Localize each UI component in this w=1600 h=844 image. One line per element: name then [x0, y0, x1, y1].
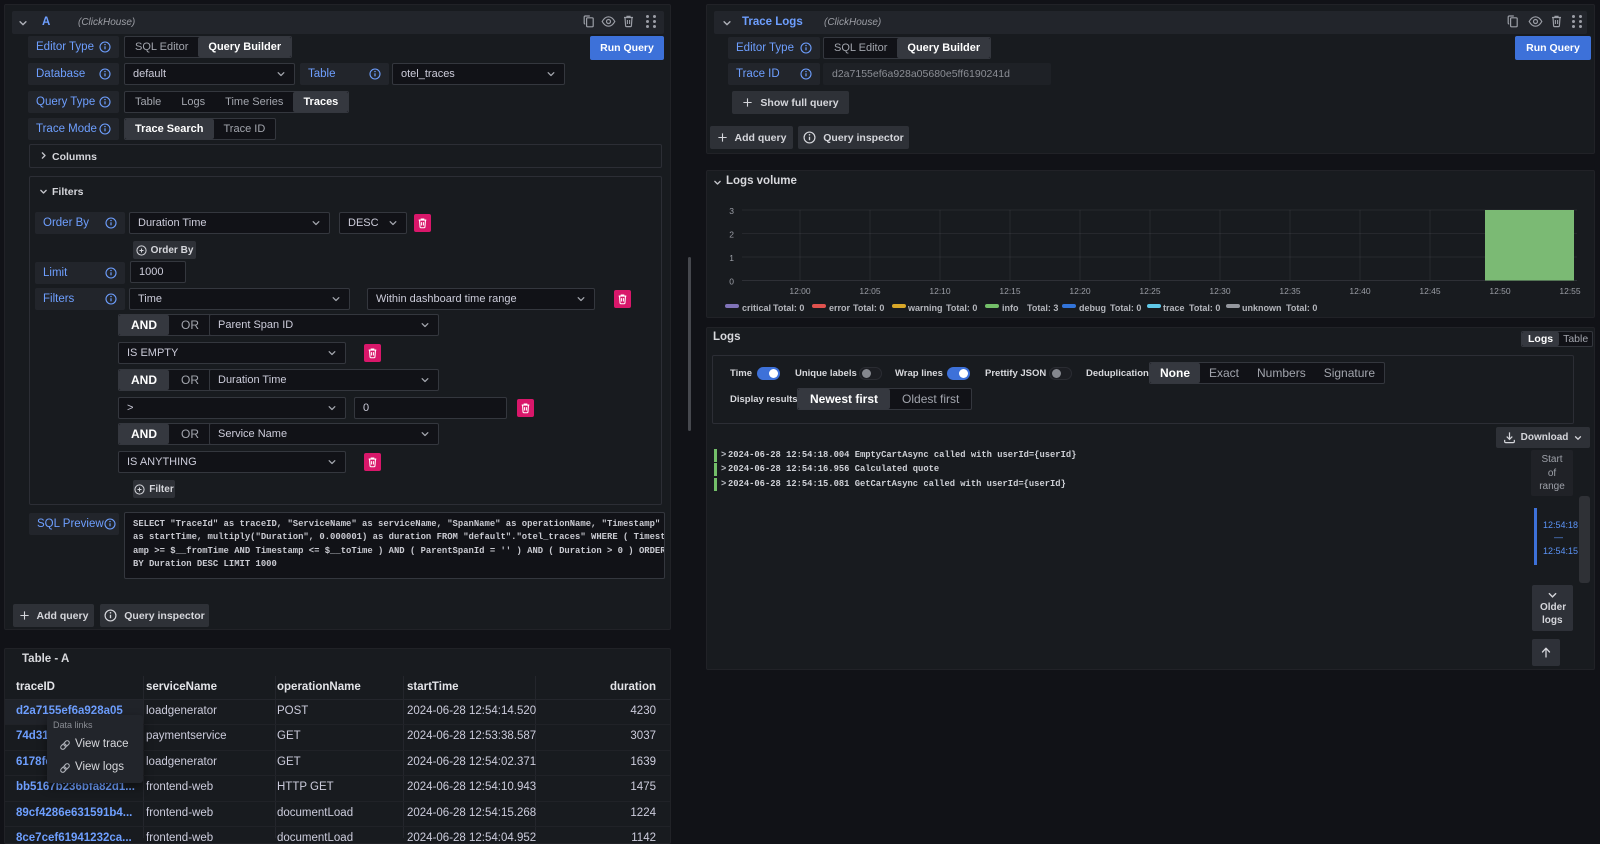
svg-text:12:05: 12:05	[859, 286, 881, 296]
svg-text:12:30: 12:30	[1209, 286, 1231, 296]
svg-text:debug: debug	[1079, 303, 1106, 313]
svg-text:2: 2	[729, 230, 734, 240]
svg-text:info: info	[1002, 303, 1019, 313]
svg-text:1: 1	[729, 253, 734, 263]
svg-text:12:35: 12:35	[1279, 286, 1301, 296]
svg-text:critical: critical	[742, 303, 771, 313]
svg-text:unknown: unknown	[1242, 303, 1282, 313]
svg-text:12:25: 12:25	[1139, 286, 1161, 296]
svg-text:0: 0	[729, 277, 734, 287]
svg-text:Total: 0: Total: 0	[1189, 303, 1220, 313]
svg-text:12:15: 12:15	[999, 286, 1021, 296]
svg-text:warning: warning	[907, 303, 943, 313]
svg-text:error: error	[829, 303, 851, 313]
svg-text:12:40: 12:40	[1349, 286, 1371, 296]
svg-text:3: 3	[729, 206, 734, 216]
svg-text:Total: 0: Total: 0	[946, 303, 977, 313]
svg-text:Total: 3: Total: 3	[1027, 303, 1058, 313]
svg-text:trace: trace	[1163, 303, 1185, 313]
svg-text:12:20: 12:20	[1069, 286, 1091, 296]
svg-text:12:45: 12:45	[1419, 286, 1441, 296]
svg-text:12:10: 12:10	[929, 286, 951, 296]
svg-text:Total: 0: Total: 0	[1110, 303, 1141, 313]
svg-text:12:55: 12:55	[1559, 286, 1581, 296]
svg-text:12:50: 12:50	[1489, 286, 1511, 296]
svg-text:12:00: 12:00	[789, 286, 811, 296]
svg-text:Total: 0: Total: 0	[853, 303, 884, 313]
svg-text:Total: 0: Total: 0	[773, 303, 804, 313]
svg-text:Total: 0: Total: 0	[1286, 303, 1317, 313]
